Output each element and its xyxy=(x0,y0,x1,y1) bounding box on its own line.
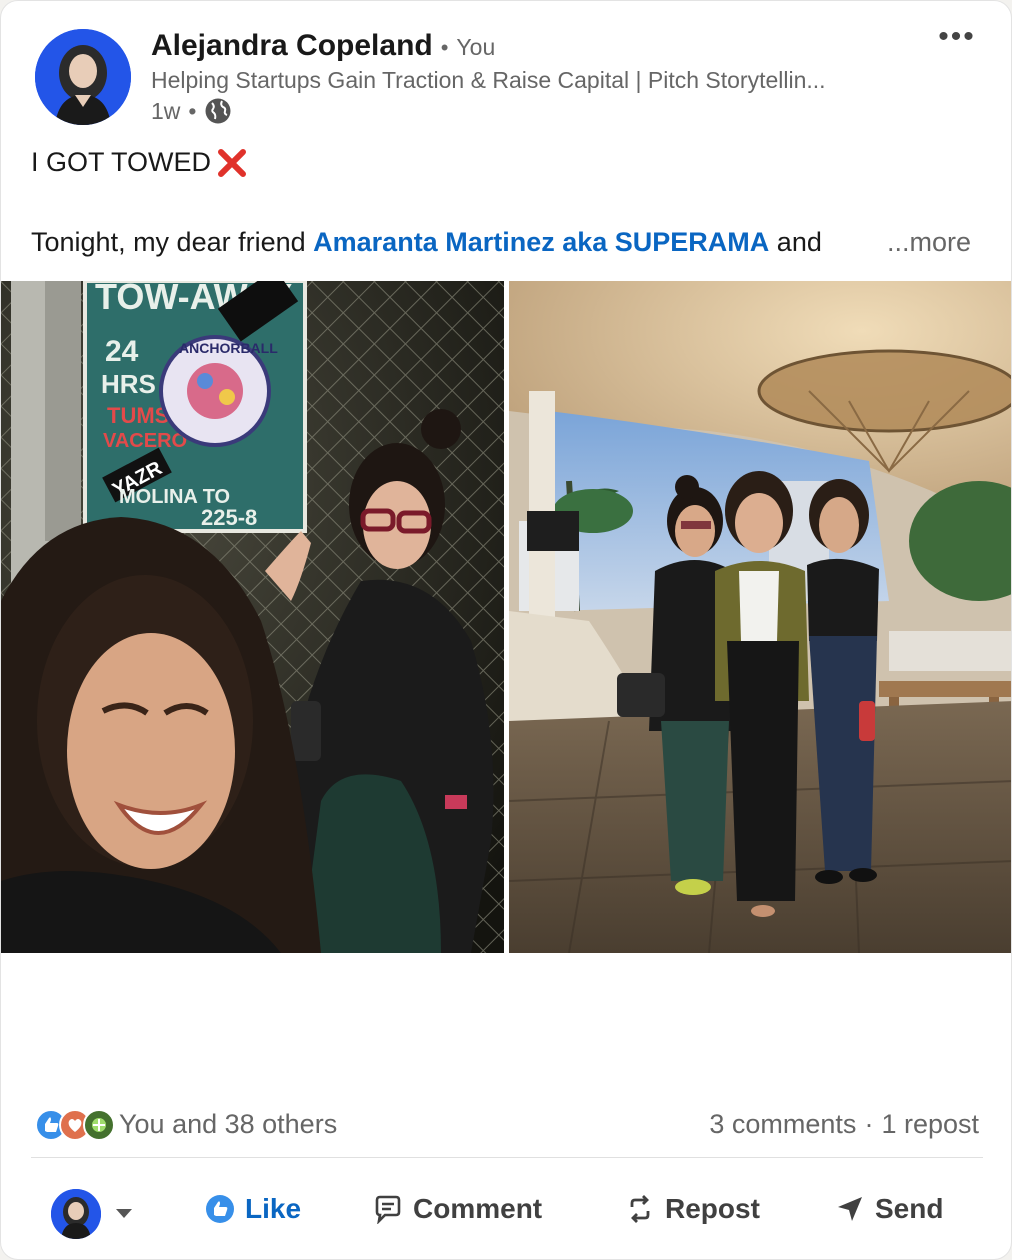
post-title-text: I GOT TOWED xyxy=(31,147,212,177)
photo-patio-group[interactable] xyxy=(509,281,1011,953)
relation-label: You xyxy=(456,34,496,60)
comments-count[interactable]: 3 comments xyxy=(709,1109,856,1140)
comment-icon xyxy=(375,1195,401,1224)
sticker-text: ANCHORBALL xyxy=(179,340,278,356)
like-label: Like xyxy=(245,1193,302,1224)
repost-icon xyxy=(630,1195,650,1223)
sign-line2: 24 xyxy=(105,335,139,368)
sign-line5: VACERO xyxy=(103,430,187,452)
post-body: Tonight, my dear friend Amaranta Martine… xyxy=(31,227,981,258)
see-more-link[interactable]: ...more xyxy=(880,227,971,258)
author-name-row: Alejandra Copeland • You xyxy=(151,29,495,63)
divider xyxy=(31,1157,983,1158)
like-button[interactable]: Like xyxy=(205,1193,301,1225)
support-reaction-icon xyxy=(83,1109,115,1141)
post-title: I GOT TOWED xyxy=(31,147,247,178)
thumbs-up-icon xyxy=(206,1195,234,1223)
repost-button[interactable]: Repost xyxy=(625,1193,760,1225)
engagement-counts: 3 comments · 1 repost xyxy=(709,1109,979,1140)
cross-mark-icon xyxy=(217,148,247,178)
more-options-icon[interactable]: ••• xyxy=(937,22,977,57)
reactions-icons[interactable] xyxy=(35,1109,115,1141)
globe-icon xyxy=(204,97,232,125)
author-name[interactable]: Alejandra Copeland xyxy=(151,29,433,63)
author-headline: Helping Startups Gain Traction & Raise C… xyxy=(151,67,826,93)
send-button[interactable]: Send xyxy=(835,1193,943,1225)
reactor-avatar[interactable] xyxy=(51,1189,101,1239)
reposts-count[interactable]: 1 repost xyxy=(881,1109,979,1140)
separator-dot: • xyxy=(188,97,197,124)
post-body-prefix: Tonight, my dear friend xyxy=(31,227,314,257)
post-time[interactable]: 1w xyxy=(151,98,180,125)
chevron-down-icon[interactable] xyxy=(115,1207,133,1219)
comment-label: Comment xyxy=(413,1193,543,1224)
post-card: Alejandra Copeland • You Helping Startup… xyxy=(0,0,1012,1260)
photo-night-selfie[interactable]: TOW-AWAY 24 HRS TUMS VACERO YAZR MOLINA … xyxy=(1,281,504,953)
repost-label: Repost xyxy=(665,1193,760,1224)
post-meta: 1w • xyxy=(151,97,232,125)
sign-line8: 225-8 xyxy=(201,505,257,530)
mention-link[interactable]: Amaranta Martinez aka SUPERAMA xyxy=(313,227,769,257)
reaction-count[interactable]: You and 38 others xyxy=(119,1109,337,1140)
separator-dot: · xyxy=(864,1109,874,1139)
sign-line4: TUMS xyxy=(107,403,169,428)
comment-button[interactable]: Comment xyxy=(373,1193,542,1225)
action-bar: Like Comment Repost Send xyxy=(1,1173,1011,1253)
author-avatar[interactable] xyxy=(35,29,131,125)
separator-dot: • xyxy=(440,35,449,60)
send-label: Send xyxy=(875,1193,944,1224)
post-body-suffix: and xyxy=(769,227,822,257)
sign-line3: HRS xyxy=(101,369,156,399)
send-icon xyxy=(838,1197,862,1221)
